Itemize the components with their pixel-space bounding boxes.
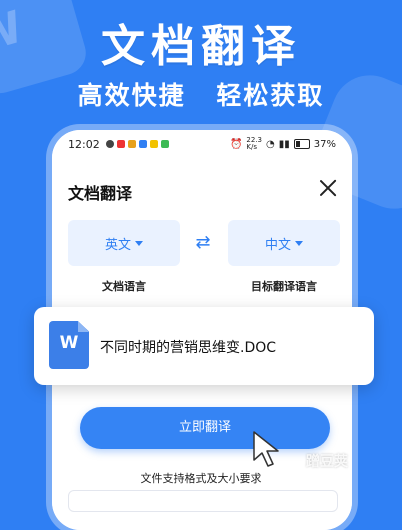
source-language-select[interactable]: 英文: [68, 220, 180, 266]
alarm-icon: ⏰: [229, 138, 243, 150]
status-bar: 12:02 ⏰ 22.3 K/s ◔ ▮▮ 37%: [52, 130, 352, 158]
status-right: ⏰ 22.3 K/s ◔ ▮▮ 37%: [230, 137, 336, 151]
close-icon[interactable]: [316, 176, 340, 200]
app-icon: [138, 140, 147, 148]
hand-cursor-icon: [253, 431, 279, 467]
battery-level: 37%: [313, 138, 336, 150]
watermark-text: 蹭豆荚: [306, 454, 348, 470]
wifi-icon: ◔: [266, 138, 275, 150]
translate-now-button[interactable]: 立即翻译: [80, 407, 330, 449]
target-language-caption: 目标翻译语言: [251, 280, 317, 293]
support-format-text: 文件支持格式及大小要求: [140, 472, 262, 485]
sheet-title: 文档翻译: [68, 184, 133, 203]
file-name: 不同时期的营销思维变.DOC: [100, 340, 277, 356]
bottom-panel: [68, 490, 338, 512]
app-icon: [149, 140, 158, 148]
hero-subtitle: 高效快捷 轻松获取: [0, 76, 402, 112]
source-language-value: 英文: [104, 237, 131, 253]
hero-subtitle-left: 高效快捷: [77, 81, 186, 110]
notification-icons: [105, 140, 169, 148]
signal-icon: ▮▮: [278, 138, 290, 150]
chevron-down-icon: [135, 240, 143, 246]
target-language-select[interactable]: 中文: [228, 220, 340, 266]
status-time: 12:02: [68, 137, 100, 151]
net-speed: 22.3 K/s: [246, 136, 263, 151]
document-fold-icon: [78, 321, 89, 332]
selected-file-card[interactable]: W 不同时期的营销思维变.DOC: [34, 307, 374, 385]
weibo-icon: [116, 140, 125, 148]
hero-title: 文档翻译: [101, 21, 301, 72]
battery-icon: [293, 139, 310, 149]
swap-languages-icon[interactable]: ⇄: [192, 232, 214, 254]
app-icon: [160, 140, 169, 148]
chevron-down-icon: [295, 240, 303, 246]
word-letter-icon: W: [59, 333, 79, 353]
target-language-value: 中文: [264, 237, 291, 253]
hero-subtitle-right: 轻松获取: [216, 81, 325, 110]
chat-icon: [105, 140, 114, 148]
app-icon: [127, 140, 136, 148]
source-language-caption: 文档语言: [102, 280, 146, 293]
